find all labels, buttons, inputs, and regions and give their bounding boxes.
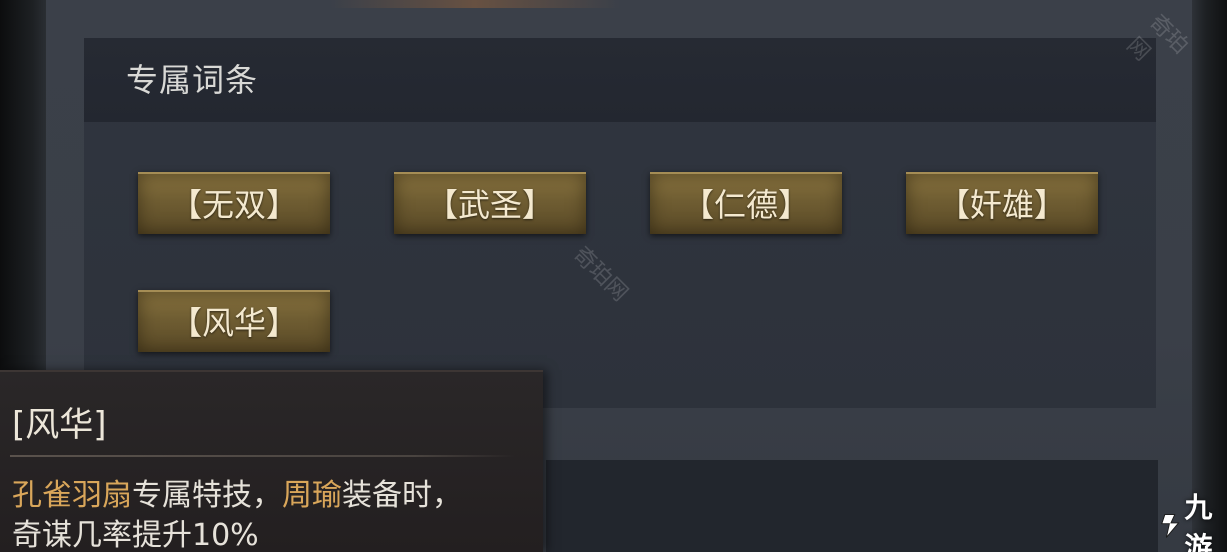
tooltip-description: 孔雀羽扇专属特技，周瑜装备时， 奇谋几率提升10% <box>12 476 532 552</box>
hero-name-highlight: 周瑜 <box>282 478 342 513</box>
tooltip-line-1: 孔雀羽扇专属特技，周瑜装备时， <box>12 476 532 516</box>
section-title: 专属词条 <box>126 61 259 99</box>
tooltip-divider <box>10 455 515 457</box>
tag-rende[interactable]: 【仁德】 <box>650 172 842 234</box>
top-glow-decoration <box>330 0 620 8</box>
tag-fenghua[interactable]: 【风华】 <box>138 290 330 352</box>
brand-logo-area: 九游 <box>1158 491 1227 552</box>
lower-panel-bar <box>546 460 1158 552</box>
tooltip-text-segment: 专属特技， <box>132 478 282 513</box>
tooltip-title: [风华] <box>12 405 107 445</box>
brand-text: 九游 <box>1184 491 1213 552</box>
tag-jianxiong[interactable]: 【奸雄】 <box>906 172 1098 234</box>
tag-wushuang[interactable]: 【无双】 <box>138 172 330 234</box>
brand-logo-icon <box>1161 514 1180 538</box>
tooltip-text-segment: 装备时， <box>342 478 462 513</box>
tooltip-line-2: 奇谋几率提升10% <box>12 518 259 552</box>
item-name-highlight: 孔雀羽扇 <box>12 478 132 513</box>
section-header: 专属词条 <box>84 38 1156 122</box>
trait-tooltip: [风华] 孔雀羽扇专属特技，周瑜装备时， 奇谋几率提升10% <box>0 370 543 552</box>
right-frame-edge <box>1192 0 1227 552</box>
tag-wusheng[interactable]: 【武圣】 <box>394 172 586 234</box>
